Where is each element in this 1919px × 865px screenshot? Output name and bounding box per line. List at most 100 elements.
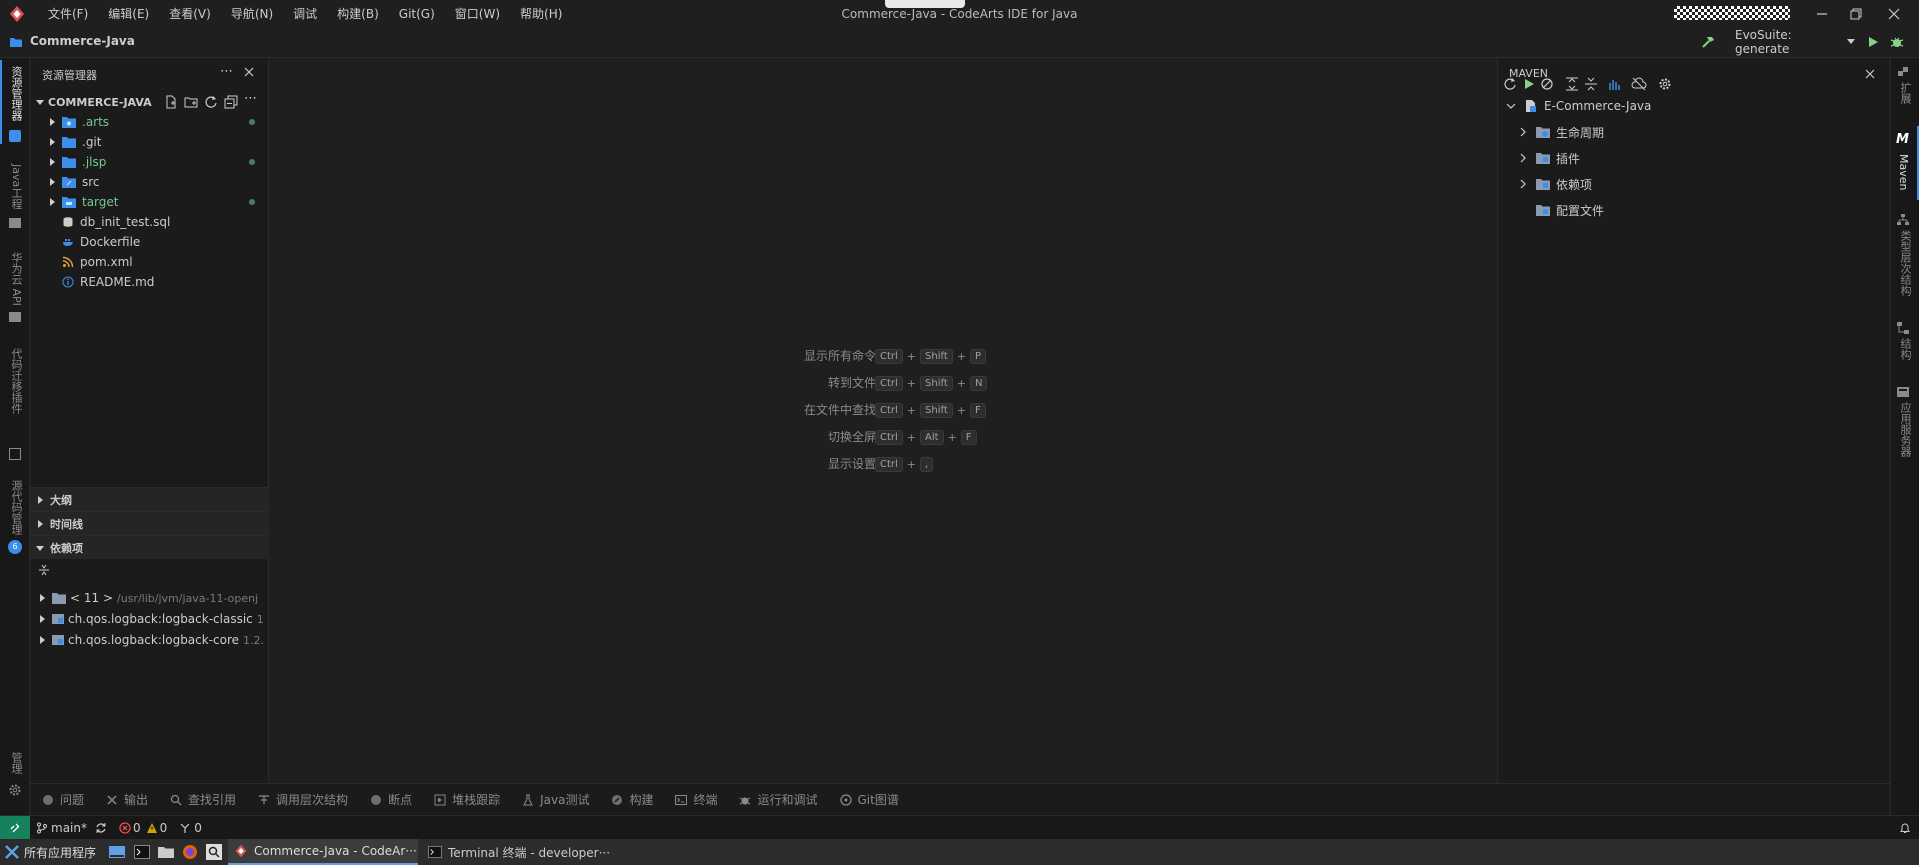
tab-stack-trace[interactable]: 堆栈跟踪 — [434, 791, 500, 808]
menu-debug[interactable]: 调试 — [283, 0, 327, 28]
activity-extensions[interactable]: 扩展 — [1897, 82, 1913, 104]
ports-indicator[interactable]: 0 — [179, 821, 202, 835]
tab-run-debug[interactable]: 运行和调试 — [739, 791, 818, 808]
error-count: 0 — [132, 820, 141, 835]
refresh-icon[interactable] — [204, 95, 218, 109]
maven-expand-all-icon[interactable] — [1565, 77, 1579, 91]
activity-huawei-api[interactable]: 华为云 API — [8, 252, 24, 306]
taskbar-window-ide[interactable]: Commerce-Java - CodeAr··· — [228, 839, 419, 865]
menu-build[interactable]: 构建(B) — [327, 0, 389, 28]
debug-bug-icon[interactable] — [1889, 34, 1905, 50]
build-hammer-icon[interactable] — [1700, 34, 1716, 50]
tree-item-target[interactable]: target — [30, 192, 269, 212]
menu-edit[interactable]: 编辑(E) — [98, 0, 159, 28]
section-timeline[interactable]: 时间线 — [30, 511, 269, 535]
collapse-deps-icon[interactable] — [38, 564, 50, 576]
maven-collapse-all-icon[interactable] — [1584, 77, 1598, 91]
close-panel-icon[interactable] — [244, 67, 254, 77]
activity-type-hierarchy[interactable]: 类型层次结构 — [1897, 230, 1913, 296]
tab-output[interactable]: 输出 — [106, 791, 148, 808]
section-dependencies[interactable]: 依赖项 — [30, 535, 269, 559]
close-window-icon[interactable] — [1886, 6, 1902, 22]
tab-terminal[interactable]: 终端 — [675, 791, 717, 808]
maven-run-icon[interactable] — [1522, 77, 1536, 91]
tree-item-jlsp[interactable]: .jlsp — [30, 152, 269, 172]
activity-manage[interactable]: 管理 — [8, 752, 24, 774]
more-actions-icon[interactable]: ⋯ — [220, 64, 233, 79]
activity-explorer[interactable]: 资源管理器 — [8, 66, 24, 121]
dep-item-logback-classic[interactable]: ch.qos.logback:logback-classic 1 — [30, 609, 269, 629]
taskbar-window-terminal[interactable]: Terminal 终端 - developer··· — [424, 839, 614, 865]
maven-plugins[interactable]: 插件 — [1498, 145, 1891, 171]
tab-problems[interactable]: 问题 — [42, 791, 84, 808]
dep-item-logback-core[interactable]: ch.qos.logback:logback-core 1.2. — [30, 630, 269, 650]
maven-profiles[interactable]: 配置文件 — [1498, 197, 1891, 223]
restore-icon[interactable] — [1848, 6, 1864, 22]
dep-item-jdk[interactable]: < 11 > /usr/lib/jvm/java-11-openj — [30, 588, 269, 608]
project-name[interactable]: Commerce-Java — [30, 34, 135, 48]
new-file-icon[interactable] — [164, 95, 178, 109]
activity-app-server[interactable]: 应用服务器 — [1897, 402, 1913, 457]
maven-project[interactable]: E-Commerce-Java — [1498, 93, 1891, 119]
tree-item-git[interactable]: .git — [30, 132, 269, 152]
remote-indicator[interactable] — [0, 815, 30, 840]
file-manager-icon[interactable] — [158, 845, 175, 859]
problems-summary[interactable]: 0 0 — [119, 821, 167, 835]
tab-build[interactable]: 构建 — [611, 791, 653, 808]
tree-item-src[interactable]: src — [30, 172, 269, 192]
tree-item-sql[interactable]: db_init_test.sql — [30, 212, 269, 232]
menu-file[interactable]: 文件(F) — [38, 0, 98, 28]
git-branch[interactable]: main* — [36, 821, 87, 835]
maven-dependency-analyzer-icon[interactable] — [1608, 77, 1622, 91]
activity-java-project[interactable]: Java工程 — [8, 164, 24, 209]
menu-navigate[interactable]: 导航(N) — [221, 0, 283, 28]
tab-breakpoints[interactable]: 断点 — [370, 791, 412, 808]
maven-dependencies[interactable]: 依赖项 — [1498, 171, 1891, 197]
menu-window[interactable]: 窗口(W) — [445, 0, 510, 28]
activity-maven[interactable]: Maven — [1897, 154, 1910, 190]
section-outline[interactable]: 大纲 — [30, 487, 269, 511]
maven-close-icon[interactable] — [1865, 69, 1875, 79]
dep-detail: /usr/lib/jvm/java-11-openj — [117, 591, 259, 605]
source-control-badge: 6 — [8, 540, 22, 554]
firefox-icon[interactable] — [182, 844, 198, 860]
activity-structure[interactable]: 结构 — [1897, 338, 1913, 360]
sync-icon[interactable] — [95, 822, 107, 834]
terminal-launcher-icon[interactable] — [134, 845, 151, 859]
new-folder-icon[interactable] — [184, 95, 198, 109]
maven-offline-icon[interactable] — [1631, 77, 1647, 91]
tab-git-graph[interactable]: Git图谱 — [839, 791, 899, 808]
start-menu[interactable]: 所有应用程序 — [4, 844, 96, 861]
tree-item-arts[interactable]: .arts — [30, 112, 269, 132]
tab-find-references[interactable]: 查找引用 — [170, 791, 236, 808]
maven-skip-tests-icon[interactable] — [1540, 77, 1554, 91]
search-launcher-icon[interactable] — [206, 844, 223, 860]
tab-java-test[interactable]: Java测试 — [522, 791, 589, 808]
maven-reload-icon[interactable] — [1503, 77, 1517, 91]
collapse-all-icon[interactable] — [224, 95, 238, 109]
tree-item-dockerfile[interactable]: Dockerfile — [30, 232, 269, 252]
tab-call-hierarchy[interactable]: 调用层次结构 — [258, 791, 348, 808]
activity-source-control[interactable]: 源代码管理 — [8, 480, 24, 535]
editor-area[interactable]: 显示所有命令 Ctrl + Shift + P 转到文件 Ctrl + Shift + … — [270, 58, 1496, 783]
tree-item-readme[interactable]: README.md — [30, 272, 269, 292]
menu-view[interactable]: 查看(V) — [159, 0, 221, 28]
tree-item-pom[interactable]: pom.xml — [30, 252, 269, 272]
notifications-bell-icon[interactable] — [1899, 822, 1911, 834]
show-desktop-icon[interactable] — [108, 845, 126, 859]
hint-find-in-files: 在文件中查找 Ctrl + Shift + F — [270, 400, 1496, 420]
run-config-select[interactable]: EvoSuite: generate — [1725, 28, 1855, 56]
settings-gear-icon[interactable] — [8, 783, 22, 797]
menu-git[interactable]: Git(G) — [389, 0, 445, 28]
maven-settings-gear-icon[interactable] — [1658, 77, 1672, 91]
bottom-panel-tabs: 问题 输出 查找引用 调用层次结构 断点 堆栈跟踪 Java测试 构建 终端 运… — [30, 783, 1890, 815]
menu-help[interactable]: 帮助(H) — [510, 0, 572, 28]
tab-label: 查找引用 — [188, 793, 237, 807]
activity-code-migration[interactable]: 代码迁移插件 — [8, 348, 24, 414]
minimize-icon[interactable] — [1814, 6, 1830, 22]
more-actions-icon[interactable]: ⋯ — [244, 91, 257, 106]
run-icon[interactable] — [1866, 35, 1880, 49]
maven-lifecycle[interactable]: 生命周期 — [1498, 119, 1891, 145]
project-folder-icon — [9, 35, 23, 49]
key: Ctrl — [875, 402, 903, 418]
